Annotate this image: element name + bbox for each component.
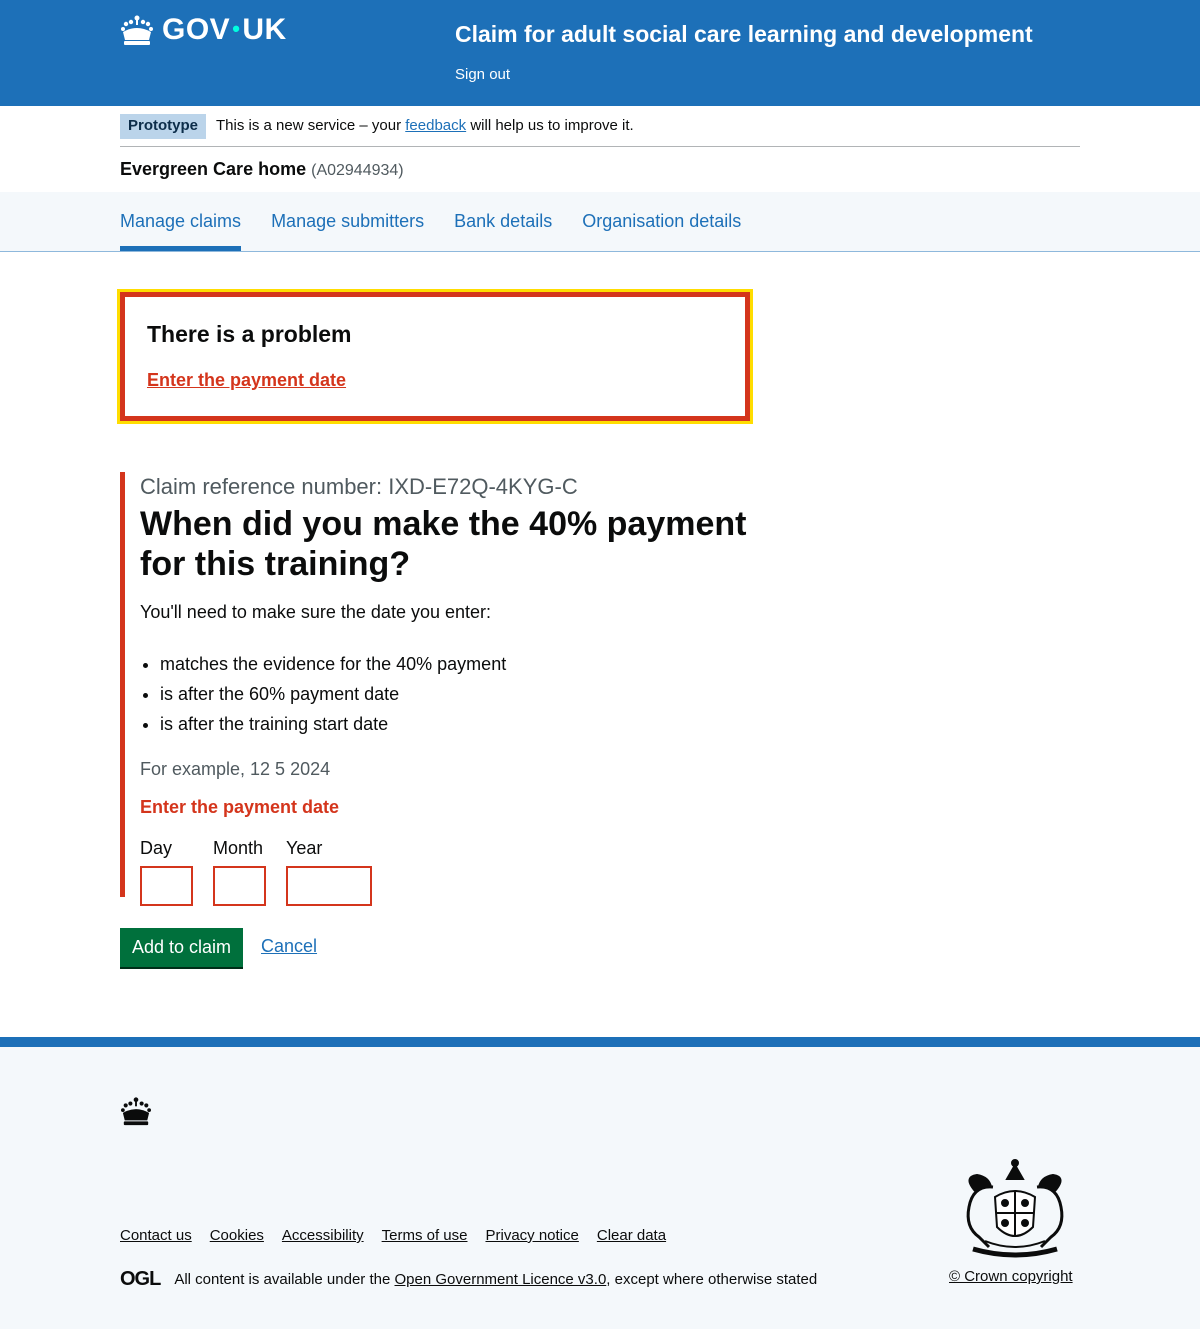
sign-out-link[interactable]: Sign out xyxy=(455,66,510,83)
licence-text-end: , except where otherwise stated xyxy=(606,1271,818,1288)
list-item: is after the training start date xyxy=(160,709,760,739)
month-label: Month xyxy=(213,838,264,858)
licence-text: All content is available under the xyxy=(174,1271,391,1288)
nav-link-manage-claims[interactable]: Manage claims xyxy=(120,192,241,250)
list-item: matches the evidence for the 40% payment xyxy=(160,649,760,679)
error-summary-title: There is a problem xyxy=(147,321,352,347)
royal-coat-of-arms-icon xyxy=(966,1159,1064,1258)
intro-text: You'll need to make sure the date you en… xyxy=(140,602,492,622)
footer-link-terms-of-use[interactable]: Terms of use xyxy=(382,1227,468,1244)
crown-copyright-link[interactable]: © Crown copyright xyxy=(949,1268,1073,1285)
nav-link-organisation-details[interactable]: Organisation details xyxy=(582,192,741,250)
error-summary: There is a problem Enter the payment dat… xyxy=(117,289,753,424)
error-summary-link[interactable]: Enter the payment date xyxy=(147,370,346,390)
service-navigation: Manage claims Manage submitters Bank det… xyxy=(0,192,1200,252)
ogl-logo: OGL xyxy=(120,1268,161,1290)
year-input[interactable] xyxy=(286,866,372,906)
govuk-logo-link[interactable]: GOV•UK xyxy=(120,14,287,46)
service-name[interactable]: Claim for adult social care learning and… xyxy=(455,19,1033,49)
month-input[interactable] xyxy=(213,866,266,906)
licence-link[interactable]: Open Government Licence v3.0 xyxy=(395,1271,607,1288)
payment-date-form-group: Claim reference number: IXD-E72Q-4KYG-C … xyxy=(120,472,760,906)
date-input-group: Day Month Year xyxy=(140,836,760,906)
day-input[interactable] xyxy=(140,866,193,906)
day-label: Day xyxy=(140,838,173,858)
crown-icon xyxy=(121,1097,151,1126)
add-to-claim-button[interactable]: Add to claim xyxy=(120,928,244,967)
site-footer: Contact us Cookies Accessibility Terms o… xyxy=(0,1037,1200,1329)
footer-link-cookies[interactable]: Cookies xyxy=(210,1227,264,1244)
organisation-line: Evergreen Care home (A02944934) xyxy=(120,159,404,180)
licence-line: OGL All content is available under the O… xyxy=(120,1268,817,1291)
error-message: Enter the payment date xyxy=(140,797,340,817)
requirements-list: matches the evidence for the 40% payment… xyxy=(140,649,760,739)
list-item: is after the 60% payment date xyxy=(160,679,760,709)
year-label: Year xyxy=(286,838,323,858)
nav-link-manage-submitters[interactable]: Manage submitters xyxy=(271,192,424,250)
phase-banner: Prototype This is a new service – your f… xyxy=(120,114,1080,147)
footer-link-privacy-notice[interactable]: Privacy notice xyxy=(485,1227,578,1244)
nav-item-manage-submitters[interactable]: Manage submitters xyxy=(271,192,424,251)
date-hint: For example, 12 5 2024 xyxy=(140,759,331,779)
organisation-name: Evergreen Care home xyxy=(120,159,307,179)
nav-item-bank-details[interactable]: Bank details xyxy=(454,192,552,251)
cancel-link[interactable]: Cancel xyxy=(261,936,317,957)
footer-link-clear-data[interactable]: Clear data xyxy=(597,1227,666,1244)
site-header: GOV•UK Claim for adult social care learn… xyxy=(0,0,1200,106)
claim-reference-caption: Claim reference number: IXD-E72Q-4KYG-C xyxy=(140,474,578,499)
feedback-link[interactable]: feedback xyxy=(405,117,466,134)
page-title: When did you make the 40% payment for th… xyxy=(140,505,747,583)
phase-tag: Prototype xyxy=(120,114,207,139)
footer-links: Contact us Cookies Accessibility Terms o… xyxy=(120,1227,684,1245)
footer-link-contact-us[interactable]: Contact us xyxy=(120,1227,192,1244)
organisation-id: (A02944934) xyxy=(311,162,404,179)
footer-link-accessibility[interactable]: Accessibility xyxy=(282,1227,364,1244)
crown-icon xyxy=(121,15,153,45)
phase-text: This is a new service – your feedback wi… xyxy=(216,117,634,134)
logo-text: GOV•UK xyxy=(162,13,287,46)
nav-item-manage-claims[interactable]: Manage claims xyxy=(120,192,242,251)
nav-item-organisation-details[interactable]: Organisation details xyxy=(582,192,741,251)
nav-link-bank-details[interactable]: Bank details xyxy=(454,192,552,250)
